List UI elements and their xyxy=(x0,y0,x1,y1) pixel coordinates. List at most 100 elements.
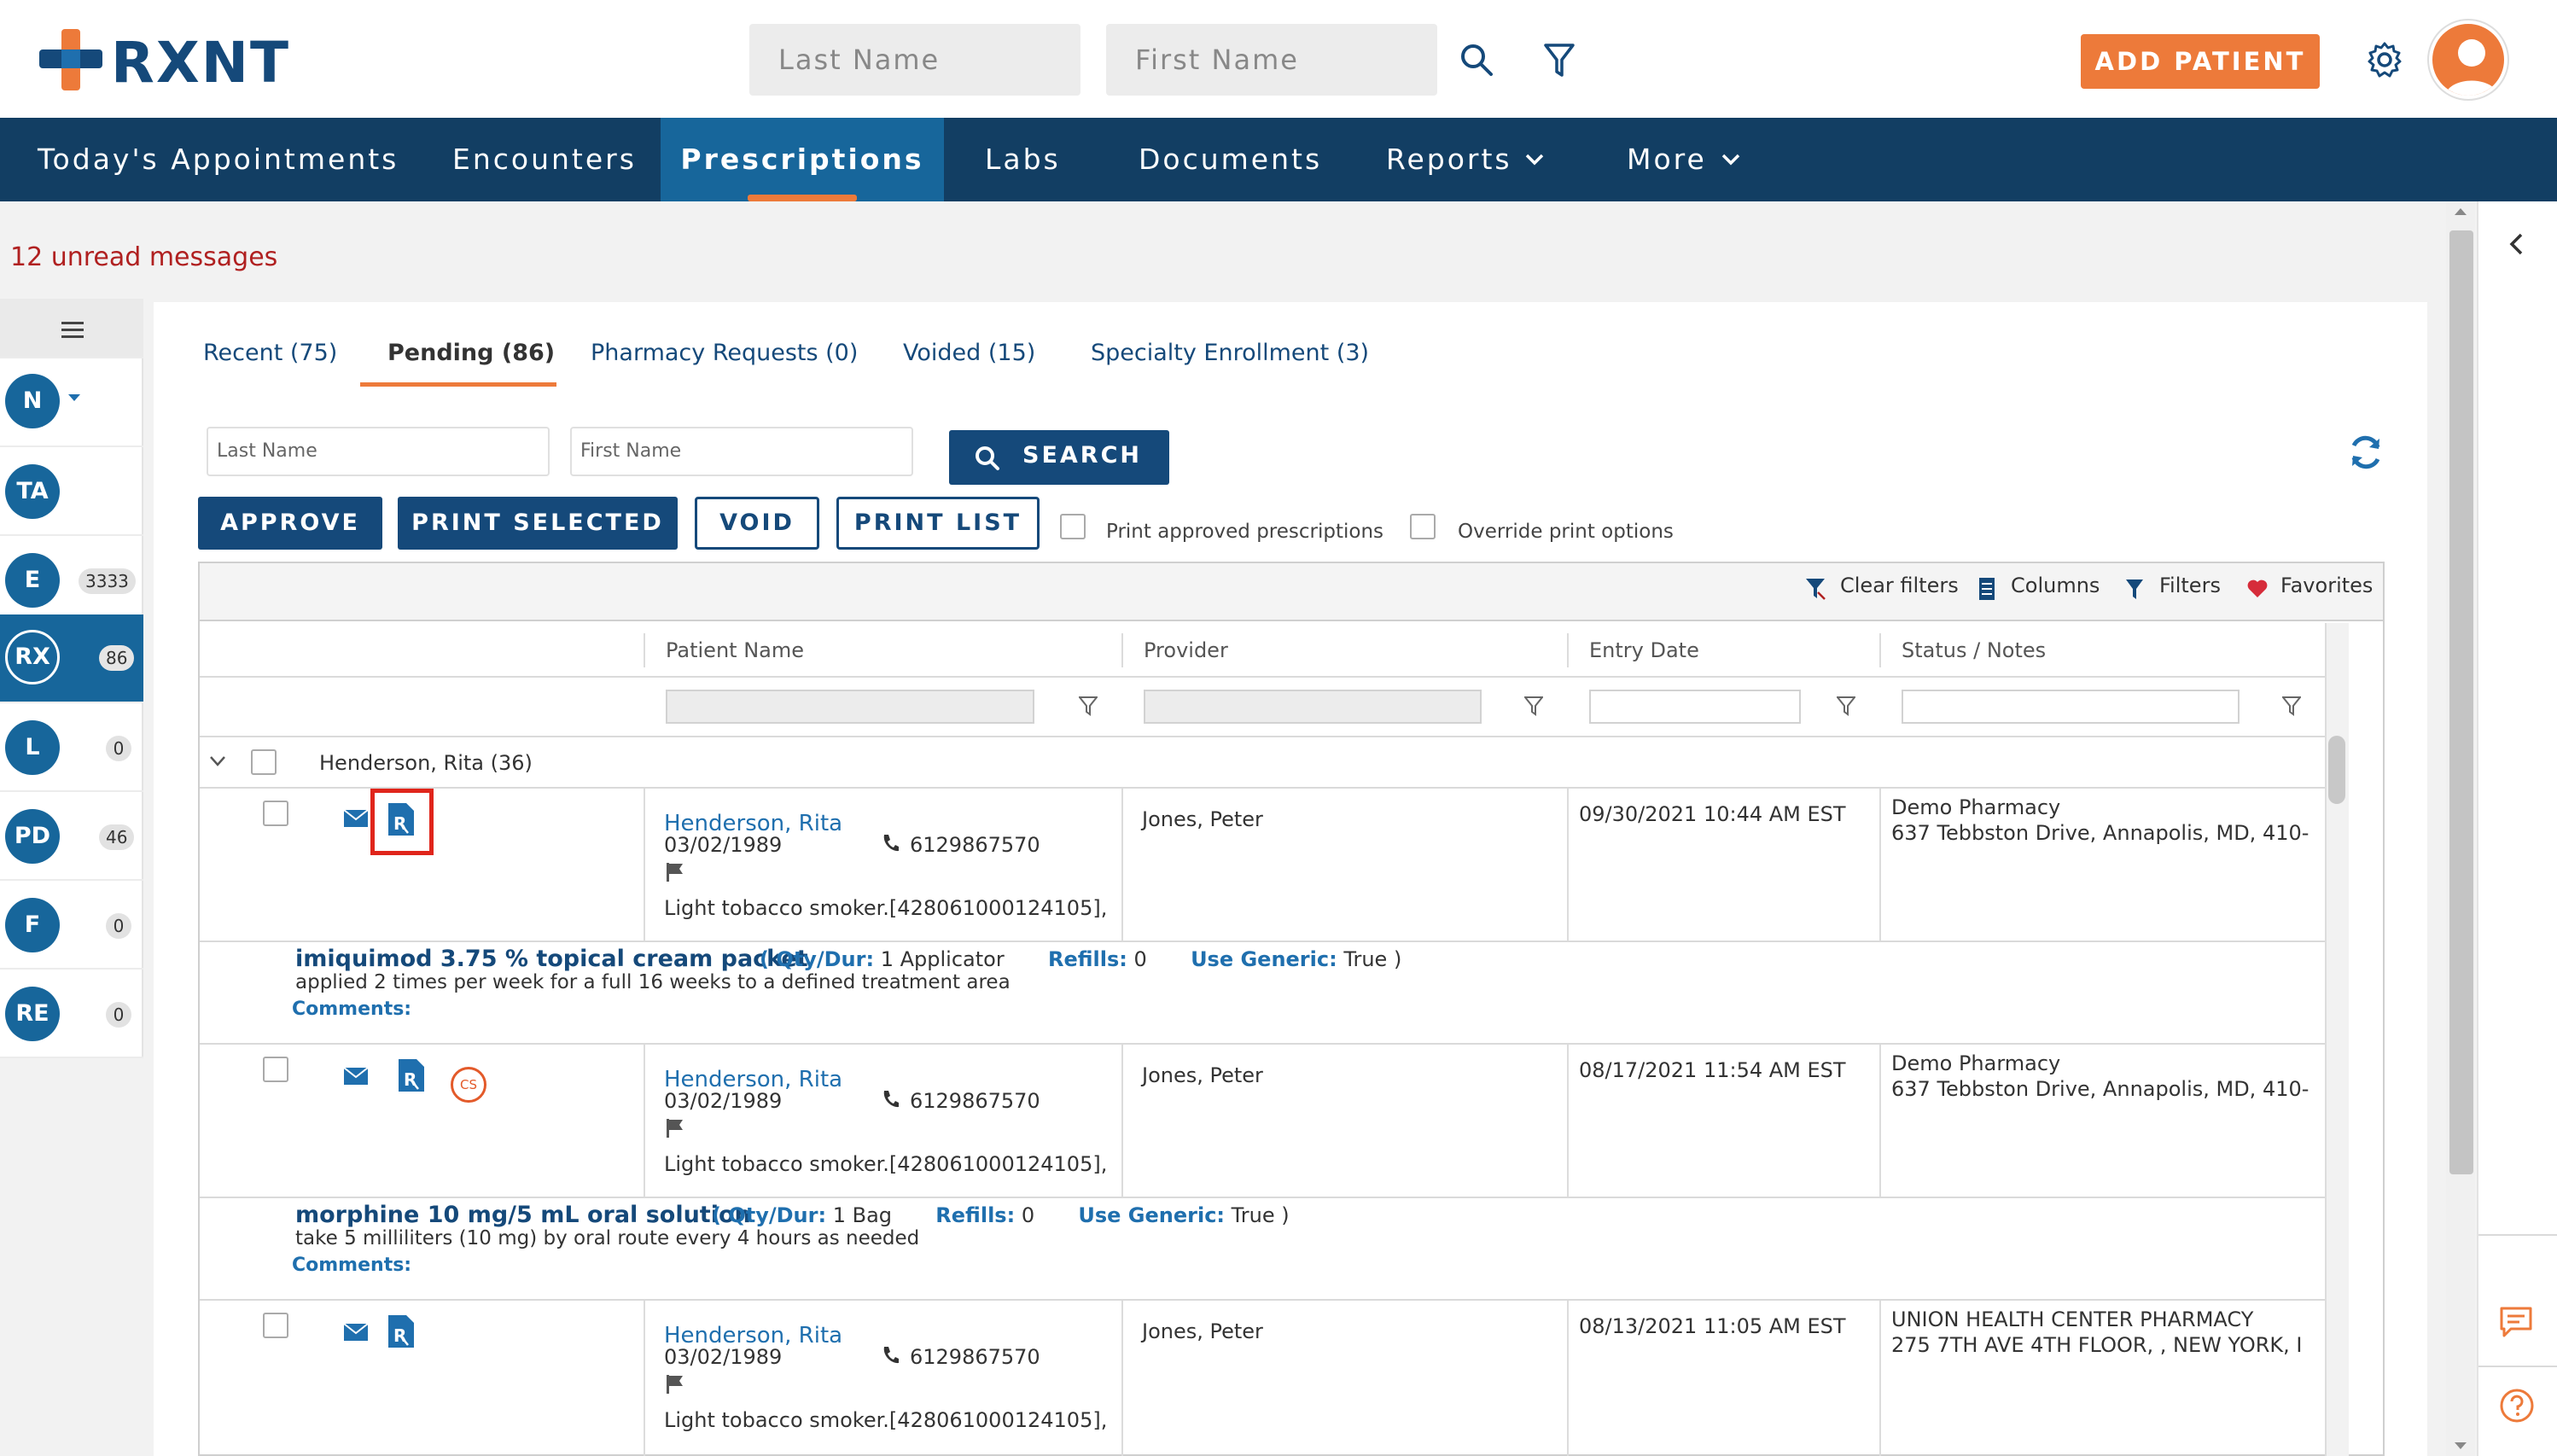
favorites-button[interactable]: Favorites xyxy=(2280,574,2373,597)
scroll-down-icon[interactable] xyxy=(2453,1441,2468,1451)
gear-icon[interactable] xyxy=(2366,41,2403,79)
rx-document-icon[interactable]: R xyxy=(387,802,415,836)
nav-prescriptions[interactable]: Prescriptions xyxy=(661,118,944,201)
flag-icon[interactable] xyxy=(666,862,684,882)
logo-text: RXNT xyxy=(111,30,290,96)
column-header-entry-date[interactable]: Entry Date xyxy=(1589,638,1699,662)
heart-icon[interactable] xyxy=(2246,579,2269,599)
tab-recent[interactable]: Recent (75) xyxy=(203,340,337,366)
svg-text:R: R xyxy=(393,813,406,834)
filter-first-name-input[interactable]: First Name xyxy=(570,427,913,476)
column-filter-icon[interactable] xyxy=(2282,696,2301,717)
search-button[interactable]: SEARCH xyxy=(949,430,1169,485)
unread-messages-link[interactable]: 12 unread messages xyxy=(10,242,277,272)
print-selected-button[interactable]: PRINT SELECTED xyxy=(398,497,678,550)
override-print-checkbox[interactable] xyxy=(1410,514,1436,539)
group-checkbox[interactable] xyxy=(251,749,277,775)
grid-scrollbar-thumb[interactable] xyxy=(2328,736,2345,804)
rx-document-icon[interactable]: R xyxy=(387,1314,415,1348)
column-filter-icon[interactable] xyxy=(1079,696,1098,717)
nav-labs[interactable]: Labs xyxy=(985,118,1061,201)
column-header-patient-name[interactable]: Patient Name xyxy=(666,638,804,662)
entry-date-filter[interactable] xyxy=(1589,690,1801,724)
chevron-down-icon[interactable] xyxy=(1524,152,1545,167)
status-notes-filter[interactable] xyxy=(1902,690,2240,724)
page-scrollbar-thumb[interactable] xyxy=(2449,230,2473,1174)
clear-filters-button[interactable]: Clear filters xyxy=(1840,574,1959,597)
hamburger-icon[interactable] xyxy=(61,321,84,340)
rail-item-n[interactable]: N xyxy=(0,358,143,447)
caret-down-icon[interactable] xyxy=(67,393,82,403)
rx-document-icon[interactable]: R xyxy=(398,1058,425,1092)
row-checkbox[interactable] xyxy=(263,801,288,826)
nav-more[interactable]: More xyxy=(1627,118,1707,201)
provider-filter[interactable] xyxy=(1144,690,1482,724)
add-patient-button[interactable]: ADD PATIENT xyxy=(2081,34,2320,89)
nav-todays-appointments[interactable]: Today's Appointments xyxy=(38,118,399,201)
columns-button[interactable]: Columns xyxy=(2011,574,2100,597)
refills-label: Refills: xyxy=(935,1203,1016,1227)
rail-item-re[interactable]: RE 0 xyxy=(0,970,143,1058)
chat-icon[interactable] xyxy=(2499,1306,2533,1338)
user-avatar[interactable] xyxy=(2429,20,2507,99)
qty-label: ( Qty/Dur: xyxy=(712,1203,827,1227)
pharmacy-address: 637 Tebbston Drive, Annapolis, MD, 410- xyxy=(1891,821,2309,845)
row-checkbox[interactable] xyxy=(263,1313,288,1338)
refresh-icon[interactable] xyxy=(2347,434,2385,471)
rail-item-ta[interactable]: TA xyxy=(0,447,143,536)
nav-encounters[interactable]: Encounters xyxy=(452,118,637,201)
nav-reports[interactable]: Reports xyxy=(1386,118,1512,201)
left-rail: N TA E 3333 RX 86 L 0 PD 46 F 0 RE 0 xyxy=(0,299,143,1058)
print-list-button[interactable]: PRINT LIST xyxy=(836,497,1040,550)
rail-item-l[interactable]: L 0 xyxy=(0,703,143,792)
envelope-icon[interactable] xyxy=(343,1067,369,1086)
chevron-down-icon[interactable] xyxy=(1721,152,1741,167)
search-icon[interactable] xyxy=(1459,43,1494,77)
drug-name[interactable]: morphine 10 mg/5 mL oral solution xyxy=(295,1202,751,1228)
envelope-icon[interactable] xyxy=(343,1323,369,1342)
tab-pharmacy-requests[interactable]: Pharmacy Requests (0) xyxy=(591,340,858,366)
filter-last-name-input[interactable]: Last Name xyxy=(207,427,550,476)
rail-badge: 0 xyxy=(106,913,131,939)
clear-filter-icon[interactable] xyxy=(1804,577,1826,601)
tab-pending[interactable]: Pending (86) xyxy=(387,340,555,366)
rail-item-rx[interactable]: RX 86 xyxy=(0,614,143,703)
entry-date: 09/30/2021 10:44 AM EST xyxy=(1579,802,1846,826)
flag-icon[interactable] xyxy=(666,1374,684,1395)
nav-documents[interactable]: Documents xyxy=(1139,118,1322,201)
entry-date: 08/17/2021 11:54 AM EST xyxy=(1579,1058,1846,1082)
columns-icon[interactable] xyxy=(1978,577,1995,601)
filter-icon[interactable] xyxy=(2125,579,2144,601)
header-first-name-input[interactable]: First Name xyxy=(1106,24,1437,96)
header-last-name-input[interactable]: Last Name xyxy=(749,24,1080,96)
filters-button[interactable]: Filters xyxy=(2159,574,2221,597)
rail-item-pd[interactable]: PD 46 xyxy=(0,792,143,881)
column-filter-icon[interactable] xyxy=(1524,696,1543,717)
print-approved-checkbox[interactable] xyxy=(1060,514,1086,539)
rail-menu-toggle[interactable] xyxy=(0,299,143,358)
filter-icon[interactable] xyxy=(1543,43,1576,79)
approve-button[interactable]: APPROVE xyxy=(198,497,382,550)
envelope-icon[interactable] xyxy=(343,809,369,828)
column-filter-icon[interactable] xyxy=(1837,696,1855,717)
column-header-provider[interactable]: Provider xyxy=(1144,638,1228,662)
collapse-chevron-icon[interactable] xyxy=(208,754,227,768)
group-divider xyxy=(200,787,2325,789)
patient-dob: 03/02/1989 xyxy=(664,1345,783,1369)
void-button[interactable]: VOID xyxy=(695,497,819,550)
rail-item-f[interactable]: F 0 xyxy=(0,881,143,970)
top-header: RXNT Last Name First Name ADD PATIENT xyxy=(0,0,2557,118)
row-checkbox[interactable] xyxy=(263,1057,288,1082)
flag-icon[interactable] xyxy=(666,1118,684,1139)
drug-name[interactable]: imiquimod 3.75 % topical cream packet xyxy=(295,946,808,972)
column-separator xyxy=(1121,1045,1123,1197)
rail-item-e[interactable]: E 3333 xyxy=(0,536,143,625)
chevron-left-icon[interactable] xyxy=(2507,232,2525,256)
tab-specialty-enrollment[interactable]: Specialty Enrollment (3) xyxy=(1091,340,1369,366)
scroll-up-icon[interactable] xyxy=(2453,207,2468,217)
row-divider xyxy=(200,941,2325,942)
column-header-status-notes[interactable]: Status / Notes xyxy=(1902,638,2046,662)
tab-voided[interactable]: Voided (15) xyxy=(903,340,1035,366)
patient-name-filter[interactable] xyxy=(666,690,1034,724)
help-icon[interactable] xyxy=(2499,1388,2535,1424)
